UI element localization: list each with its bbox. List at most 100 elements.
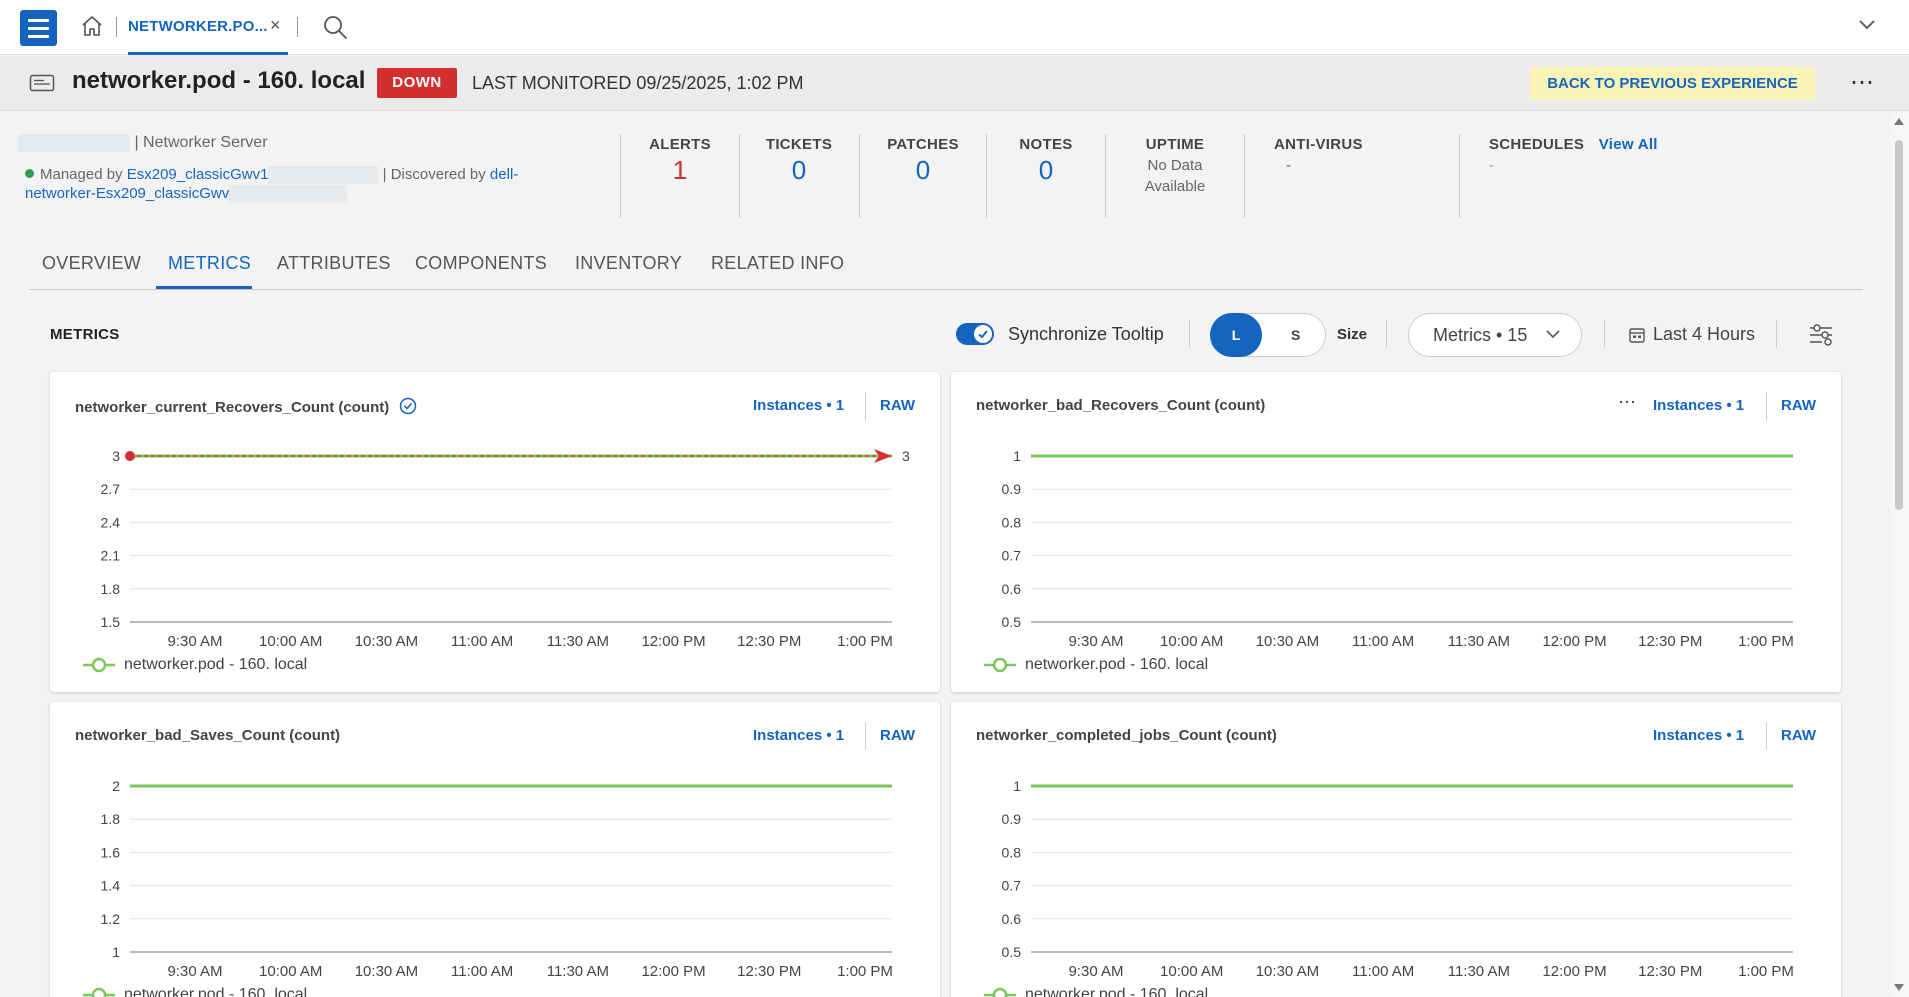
time-range-selector[interactable]: Last 4 Hours <box>1653 324 1755 345</box>
metric-line-chart: 1 0.9 0.8 0.7 0.6 0.5 9:30 AM 10:00 AM 10:30 AM 1… <box>1002 778 1794 980</box>
chart-legend[interactable]: networker.pod - 160. local <box>983 986 1208 997</box>
scroll-down-icon[interactable] <box>1894 984 1904 991</box>
divider <box>1189 320 1190 348</box>
raw-link[interactable]: RAW <box>1781 397 1816 414</box>
hamburger-menu-button[interactable] <box>20 10 57 46</box>
tab-components[interactable]: COMPONENTS <box>415 253 547 274</box>
metric-line-chart: 3 2.7 2.4 2.1 1.8 1.5 9:30 AM 10:00 AM 10:30 AM 1… <box>101 448 910 650</box>
menu-bar <box>28 34 49 38</box>
y-tick-label: 0.9 <box>1002 481 1022 497</box>
stat-schedules: SCHEDULES View All - <box>1489 136 1658 176</box>
raw-link[interactable]: RAW <box>1781 727 1816 744</box>
x-tick-label: 10:30 AM <box>1256 963 1319 980</box>
stat-tickets[interactable]: TICKETS 0 <box>749 136 849 186</box>
sync-tooltip-toggle[interactable] <box>956 323 994 345</box>
chart-legend[interactable]: networker.pod - 160. local <box>82 986 307 997</box>
status-badge: DOWN <box>377 68 457 98</box>
x-tick-label: 11:30 AM <box>547 633 609 650</box>
x-tick-label: 1:00 PM <box>1738 633 1794 650</box>
size-toggle: L S <box>1210 313 1326 357</box>
more-options-icon[interactable]: ⋯ <box>1850 68 1875 97</box>
home-icon[interactable] <box>80 14 104 38</box>
page-scrollbar[interactable] <box>1890 112 1909 997</box>
stat-label: SCHEDULES <box>1489 136 1585 153</box>
y-tick-label: 1.4 <box>101 878 121 894</box>
size-large-button[interactable]: L <box>1210 313 1262 357</box>
x-tick-label: 11:00 AM <box>1352 633 1414 650</box>
app-root: NETWORKER.PO... × networker.pod - 160. l… <box>0 0 1909 997</box>
stat-subtext: No Data <box>1147 157 1203 174</box>
y-tick-label: 1.6 <box>101 844 121 860</box>
page-title: networker.pod - 160. local <box>72 67 366 94</box>
size-label: Size <box>1337 326 1368 343</box>
instances-link[interactable]: Instances • 1 <box>753 397 844 414</box>
y-tick-label: 0.8 <box>1002 514 1022 530</box>
chart-legend[interactable]: networker.pod - 160. local <box>82 656 307 674</box>
x-tick-label: 11:00 AM <box>1352 963 1414 980</box>
stat-notes[interactable]: NOTES 0 <box>996 136 1096 186</box>
x-tick-label: 10:00 AM <box>1160 963 1223 980</box>
metric-card-title-text: networker_current_Recovers_Count (count) <box>75 399 390 416</box>
calendar-icon[interactable] <box>1628 326 1646 344</box>
discovered-prefix: | Discovered by <box>378 166 490 183</box>
raw-link[interactable]: RAW <box>880 397 915 414</box>
size-small-button[interactable]: S <box>1291 327 1300 343</box>
metrics-count-dropdown[interactable]: Metrics • 15 <box>1408 313 1582 357</box>
instances-link[interactable]: Instances • 1 <box>753 727 844 744</box>
back-to-previous-experience-button[interactable]: BACK TO PREVIOUS EXPERIENCE <box>1530 67 1815 100</box>
stat-subtext: - <box>1286 157 1291 174</box>
redacted-text <box>268 166 379 185</box>
y-tick-label: 1.8 <box>101 811 121 827</box>
search-icon[interactable] <box>322 14 348 40</box>
legend-label: networker.pod - 160. local <box>124 656 308 673</box>
settings-sliders-icon[interactable] <box>1808 322 1834 346</box>
discovered-by-link-cont[interactable]: networker-Esx209_classicGwv <box>25 185 229 202</box>
tab-metrics[interactable]: METRICS <box>168 253 251 274</box>
tab-overview[interactable]: OVERVIEW <box>42 253 141 274</box>
menu-bar <box>28 26 49 30</box>
managed-prefix: Managed by <box>40 166 127 183</box>
legend-marker-icon <box>83 657 115 673</box>
tab-related-info[interactable]: RELATED INFO <box>711 253 844 274</box>
scrollbar-thumb[interactable] <box>1895 140 1903 510</box>
stat-value: 0 <box>1038 155 1054 185</box>
active-tab-indicator <box>156 286 252 289</box>
more-options-icon[interactable]: ⋯ <box>1618 392 1637 413</box>
chevron-down-icon[interactable] <box>1858 19 1876 31</box>
divider <box>1776 320 1777 348</box>
instances-link[interactable]: Instances • 1 <box>1653 397 1744 414</box>
tab-inventory[interactable]: INVENTORY <box>575 253 682 274</box>
chart-legend[interactable]: networker.pod - 160. local <box>983 656 1208 674</box>
y-tick-label: 0.6 <box>1002 581 1022 597</box>
x-tick-label: 11:00 AM <box>451 963 513 980</box>
x-tick-label: 12:30 PM <box>737 633 801 650</box>
x-tick-label: 12:00 PM <box>1542 963 1606 980</box>
x-tick-label: 12:30 PM <box>737 963 801 980</box>
divider <box>986 134 987 218</box>
tab-device[interactable]: NETWORKER.PO... × <box>128 0 288 55</box>
x-tick-label: 10:00 AM <box>259 633 322 650</box>
top-tab-bar: NETWORKER.PO... × <box>0 0 1909 55</box>
instances-link[interactable]: Instances • 1 <box>1653 727 1744 744</box>
x-tick-label: 9:30 AM <box>167 963 222 980</box>
metric-card: networker_completed_jobs_Count (count) I… <box>951 702 1841 997</box>
discovered-by-link[interactable]: dell- <box>490 166 518 183</box>
scroll-up-icon[interactable] <box>1894 118 1904 125</box>
raw-link[interactable]: RAW <box>880 727 915 744</box>
y-tick-label: 0.5 <box>1002 944 1022 960</box>
discovered-by-line: networker-Esx209_classicGwv <box>25 185 348 204</box>
view-all-link[interactable]: View All <box>1599 136 1658 153</box>
legend-label: networker.pod - 160. local <box>124 986 308 997</box>
close-icon[interactable]: × <box>270 15 281 36</box>
x-tick-label: 11:30 AM <box>547 963 609 980</box>
stat-antivirus: ANTI-VIRUS - <box>1274 136 1363 176</box>
stat-alerts[interactable]: ALERTS 1 <box>630 136 730 186</box>
legend-marker-icon <box>984 657 1016 673</box>
stat-patches[interactable]: PATCHES 0 <box>873 136 973 186</box>
tab-attributes[interactable]: ATTRIBUTES <box>277 253 391 274</box>
stat-label: NOTES <box>1019 136 1073 153</box>
managed-by-link[interactable]: Esx209_classicGwv1 <box>127 166 269 183</box>
divider <box>620 134 621 218</box>
x-tick-label: 9:30 AM <box>1068 963 1123 980</box>
y-tick-label: 2 <box>112 778 120 794</box>
